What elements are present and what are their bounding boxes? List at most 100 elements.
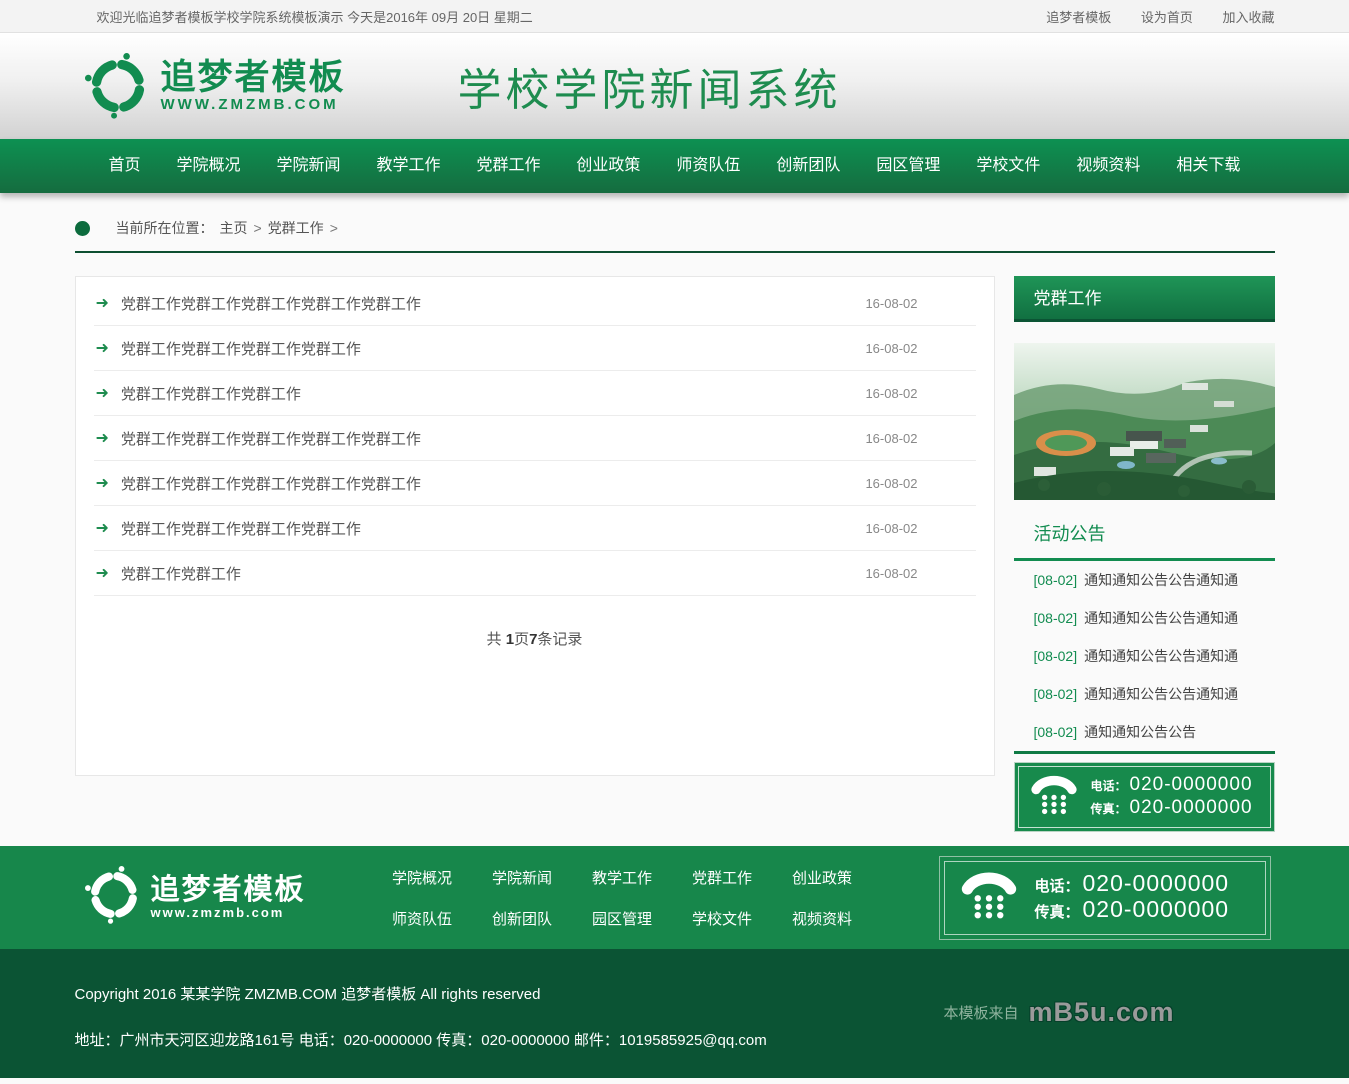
nav-item-college-overview[interactable]: 学院概况 [176, 139, 240, 193]
arrow-right-icon: ➜ [96, 473, 109, 493]
footer-link-party-work[interactable]: 党群工作 [692, 867, 752, 888]
site-logo[interactable]: 追梦者模板 WWW.ZMZMB.COM [85, 53, 346, 119]
article-list: ➜ 党群工作党群工作党群工作党群工作党群工作 16-08-02 ➜ 党群工作党群… [75, 276, 995, 776]
article-row: ➜ 党群工作党群工作党群工作党群工作 16-08-02 [94, 506, 976, 551]
notice-item[interactable]: [08-02] 通知通知公告公告通知通 [1014, 561, 1275, 599]
article-row: ➜ 党群工作党群工作 16-08-02 [94, 551, 976, 596]
arrow-right-icon: ➜ [96, 293, 109, 313]
article-title-link[interactable]: 党群工作党群工作 [121, 563, 866, 584]
sidebar-section-title: 党群工作 [1014, 276, 1275, 322]
logo-url: WWW.ZMZMB.COM [161, 96, 346, 113]
pagination-prefix: 共 [487, 631, 506, 648]
notice-item[interactable]: [08-02] 通知通知公告公告通知通 [1014, 675, 1275, 713]
notice-date: [08-02] [1034, 610, 1078, 626]
article-date: 16-08-02 [865, 566, 917, 581]
article-title-link[interactable]: 党群工作党群工作党群工作党群工作党群工作 [121, 428, 866, 449]
arrow-right-icon: ➜ [96, 338, 109, 358]
topbar-link-template-home[interactable]: 追梦者模板 [1046, 10, 1111, 25]
article-row: ➜ 党群工作党群工作党群工作党群工作 16-08-02 [94, 326, 976, 371]
footer-link-college-overview[interactable]: 学院概况 [392, 867, 452, 888]
nav-item-innovation-team[interactable]: 创新团队 [776, 139, 840, 193]
topbar: 欢迎光临追梦者模板学校学院系统模板演示 今天是2016年 09月 20日 星期二… [0, 0, 1349, 33]
nav-item-downloads[interactable]: 相关下载 [1176, 139, 1240, 193]
notice-item[interactable]: [08-02] 通知通知公告公告通知通 [1014, 637, 1275, 675]
breadcrumb-home-link[interactable]: 主页 [220, 218, 248, 238]
nav-item-home[interactable]: 首页 [109, 139, 141, 193]
footer-link-innovation-team[interactable]: 创新团队 [492, 908, 552, 929]
pagination-page-label: 页 [514, 631, 529, 648]
article-row: ➜ 党群工作党群工作党群工作党群工作党群工作 16-08-02 [94, 281, 976, 326]
article-title-link[interactable]: 党群工作党群工作党群工作党群工作党群工作 [121, 473, 866, 494]
footer-link-teaching[interactable]: 教学工作 [592, 867, 652, 888]
footer-link-campus-management[interactable]: 园区管理 [592, 908, 652, 929]
notice-board-title: 活动公告 [1014, 512, 1275, 561]
address-text: 地址：广州市天河区迎龙路161号 电话：020-0000000 传真：020-0… [75, 1029, 1275, 1050]
fax-label: 传真： [1035, 902, 1080, 924]
notice-link[interactable]: 通知通知公告公告通知通 [1084, 686, 1238, 702]
notice-item[interactable]: [08-02] 通知通知公告公告通知通 [1014, 599, 1275, 637]
nav-item-school-files[interactable]: 学校文件 [976, 139, 1040, 193]
footer-link-college-news[interactable]: 学院新闻 [492, 867, 552, 888]
footer-contact-card: 电话： 020-0000000 传真： 020-0000000 [939, 856, 1271, 940]
nav-item-college-news[interactable]: 学院新闻 [276, 139, 340, 193]
footer-logo[interactable]: 追梦者模板 www.zmzmb.com [85, 866, 306, 929]
nav-item-party-work[interactable]: 党群工作 [476, 139, 540, 193]
logo-swirl-icon [85, 53, 151, 119]
footer-link-school-files[interactable]: 学校文件 [692, 908, 752, 929]
nav-item-teaching[interactable]: 教学工作 [376, 139, 440, 193]
notice-link[interactable]: 通知通知公告公告通知通 [1084, 572, 1238, 588]
main-content: ➜ 党群工作党群工作党群工作党群工作党群工作 16-08-02 ➜ 党群工作党群… [75, 276, 1275, 832]
footer-logo-url: www.zmzmb.com [151, 905, 306, 920]
site-title: 学校学院新闻系统 [458, 54, 842, 118]
notice-link[interactable]: 通知通知公告公告通知通 [1084, 610, 1238, 626]
article-row: ➜ 党群工作党群工作党群工作党群工作党群工作 16-08-02 [94, 461, 976, 506]
article-date: 16-08-02 [865, 431, 917, 446]
article-date: 16-08-02 [865, 476, 917, 491]
nav-item-startup-policy[interactable]: 创业政策 [576, 139, 640, 193]
article-date: 16-08-02 [865, 296, 917, 311]
nav-item-faculty[interactable]: 师资队伍 [676, 139, 740, 193]
article-date: 16-08-02 [865, 341, 917, 356]
pagination: 共 1页7条记录 [94, 628, 976, 649]
breadcrumb-label: 当前所在位置： [116, 218, 214, 238]
nav-item-campus-management[interactable]: 园区管理 [876, 139, 940, 193]
article-title-link[interactable]: 党群工作党群工作党群工作 [121, 383, 866, 404]
notice-date: [08-02] [1034, 648, 1078, 664]
phone-number: 020-0000000 [1083, 872, 1230, 894]
article-date: 16-08-02 [865, 521, 917, 536]
notice-date: [08-02] [1034, 724, 1078, 740]
breadcrumb-section: 当前所在位置： 主页 > 党群工作 > [75, 193, 1275, 253]
topbar-link-set-homepage[interactable]: 设为首页 [1141, 10, 1193, 25]
fax-number: 020-0000000 [1083, 898, 1230, 920]
notice-link[interactable]: 通知通知公告公告通知通 [1084, 648, 1238, 664]
article-title-link[interactable]: 党群工作党群工作党群工作党群工作 [121, 518, 866, 539]
welcome-text: 欢迎光临追梦者模板学校学院系统模板演示 今天是2016年 09月 20日 星期二 [75, 7, 533, 26]
footer-link-faculty[interactable]: 师资队伍 [392, 908, 452, 929]
breadcrumb: 当前所在位置： 主页 > 党群工作 > [75, 213, 1275, 243]
breadcrumb-separator: > [254, 220, 262, 236]
logo-title: 追梦者模板 [161, 60, 346, 96]
phone-label: 电话： [1035, 876, 1080, 898]
pagination-page-count: 1 [506, 631, 514, 648]
notice-date: [08-02] [1034, 686, 1078, 702]
fax-label: 传真： [1091, 798, 1127, 820]
phone-label: 电话： [1091, 775, 1127, 797]
footer-link-video-resources[interactable]: 视频资料 [792, 908, 852, 929]
footer-link-startup-policy[interactable]: 创业政策 [792, 867, 852, 888]
notice-date: [08-02] [1034, 572, 1078, 588]
pagination-record-label: 条记录 [537, 631, 582, 648]
article-title-link[interactable]: 党群工作党群工作党群工作党群工作 [121, 338, 866, 359]
footer-logo-text: 追梦者模板 www.zmzmb.com [151, 875, 306, 920]
nav-item-video-resources[interactable]: 视频资料 [1076, 139, 1140, 193]
mb5u-logo[interactable]: mB5u.com [1028, 997, 1174, 1028]
topbar-link-add-favorite[interactable]: 加入收藏 [1222, 10, 1274, 25]
article-title-link[interactable]: 党群工作党群工作党群工作党群工作党群工作 [121, 293, 866, 314]
notice-link[interactable]: 通知通知公告公告 [1084, 724, 1196, 740]
logo-text: 追梦者模板 WWW.ZMZMB.COM [161, 60, 346, 113]
topbar-links: 追梦者模板 设为首页 加入收藏 [1020, 7, 1274, 26]
breadcrumb-current-link[interactable]: 党群工作 [268, 218, 324, 238]
footer-links: 学院概况 学院新闻 教学工作 党群工作 创业政策 师资队伍 创新团队 园区管理 … [392, 867, 852, 929]
credit-prefix: 本模板来自 [943, 1002, 1018, 1023]
template-credit: 本模板来自 mB5u.com [943, 997, 1174, 1028]
notice-item[interactable]: [08-02] 通知通知公告公告 [1014, 713, 1275, 751]
